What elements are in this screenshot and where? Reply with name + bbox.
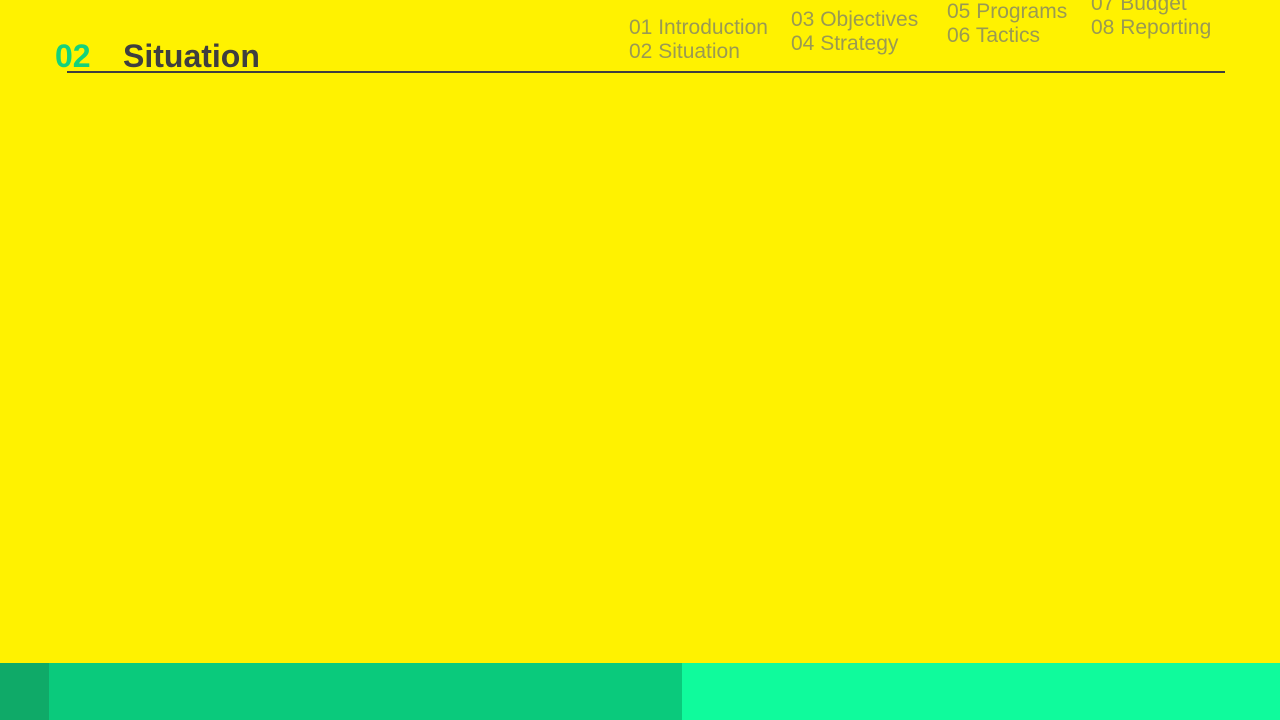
nav-item-reporting[interactable]: 08 Reporting [1091,16,1211,40]
nav-column-3: 05 Programs 06 Tactics [947,0,1067,48]
nav-item-strategy[interactable]: 04 Strategy [791,32,918,56]
footer-segment-dark-green [0,663,49,720]
section-number: 02 [55,38,91,74]
footer-color-band [0,663,1280,720]
footer-segment-green [49,663,682,720]
nav-column-1: 01 Introduction 02 Situation [629,16,768,64]
nav-item-objectives[interactable]: 03 Objectives [791,8,918,32]
nav-item-programs[interactable]: 05 Programs [947,0,1067,24]
nav-item-introduction[interactable]: 01 Introduction [629,16,768,40]
footer-segment-mint [682,663,1280,720]
nav-column-2: 03 Objectives 04 Strategy [791,8,918,56]
nav-item-budget[interactable]: 07 Budget [1091,0,1211,16]
section-title: Situation [123,38,260,74]
nav-item-situation[interactable]: 02 Situation [629,40,768,64]
header-divider [67,71,1225,73]
nav-column-4: 07 Budget 08 Reporting [1091,0,1211,40]
nav-item-tactics[interactable]: 06 Tactics [947,24,1067,48]
